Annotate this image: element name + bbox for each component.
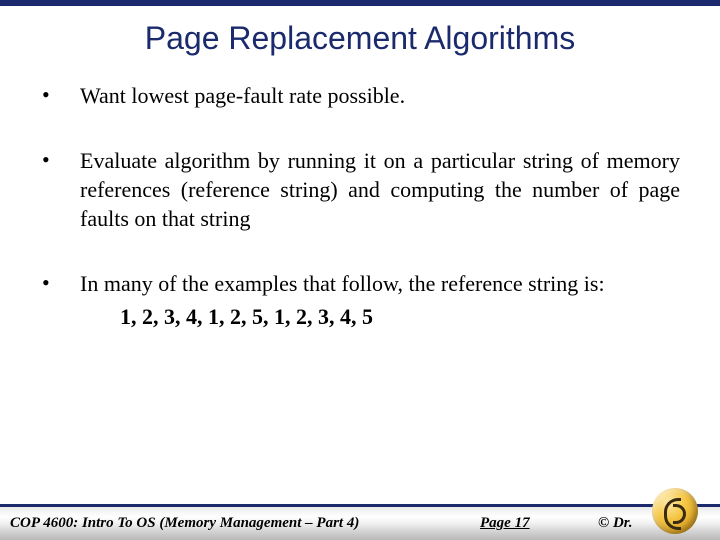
bullet-item: • In many of the examples that follow, t… [42, 269, 680, 331]
bullet-marker: • [42, 81, 80, 110]
page-title: Page Replacement Algorithms [0, 20, 720, 57]
slide-footer: COP 4600: Intro To OS (Memory Management… [0, 504, 720, 540]
bullet-item: • Evaluate algorithm by running it on a … [42, 146, 680, 233]
reference-string: 1, 2, 3, 4, 1, 2, 5, 1, 2, 3, 4, 5 [120, 302, 605, 331]
bullet-text: Evaluate algorithm by running it on a pa… [80, 146, 680, 233]
bullet-lead-text: In many of the examples that follow, the… [80, 271, 605, 296]
bullet-marker: • [42, 269, 80, 331]
footer-copyright: © Dr. [598, 515, 633, 532]
ucf-logo-icon [652, 488, 698, 534]
bullet-marker: • [42, 146, 80, 233]
footer-page-number: Page 17 [480, 515, 530, 532]
header-accent-bar [0, 0, 720, 6]
footer-course: COP 4600: Intro To OS (Memory Management… [0, 515, 359, 532]
bullet-item: • Want lowest page-fault rate possible. [42, 81, 680, 110]
bullet-text: Want lowest page-fault rate possible. [80, 81, 405, 110]
bullet-text: In many of the examples that follow, the… [80, 269, 605, 331]
slide-body: • Want lowest page-fault rate possible. … [0, 81, 720, 331]
